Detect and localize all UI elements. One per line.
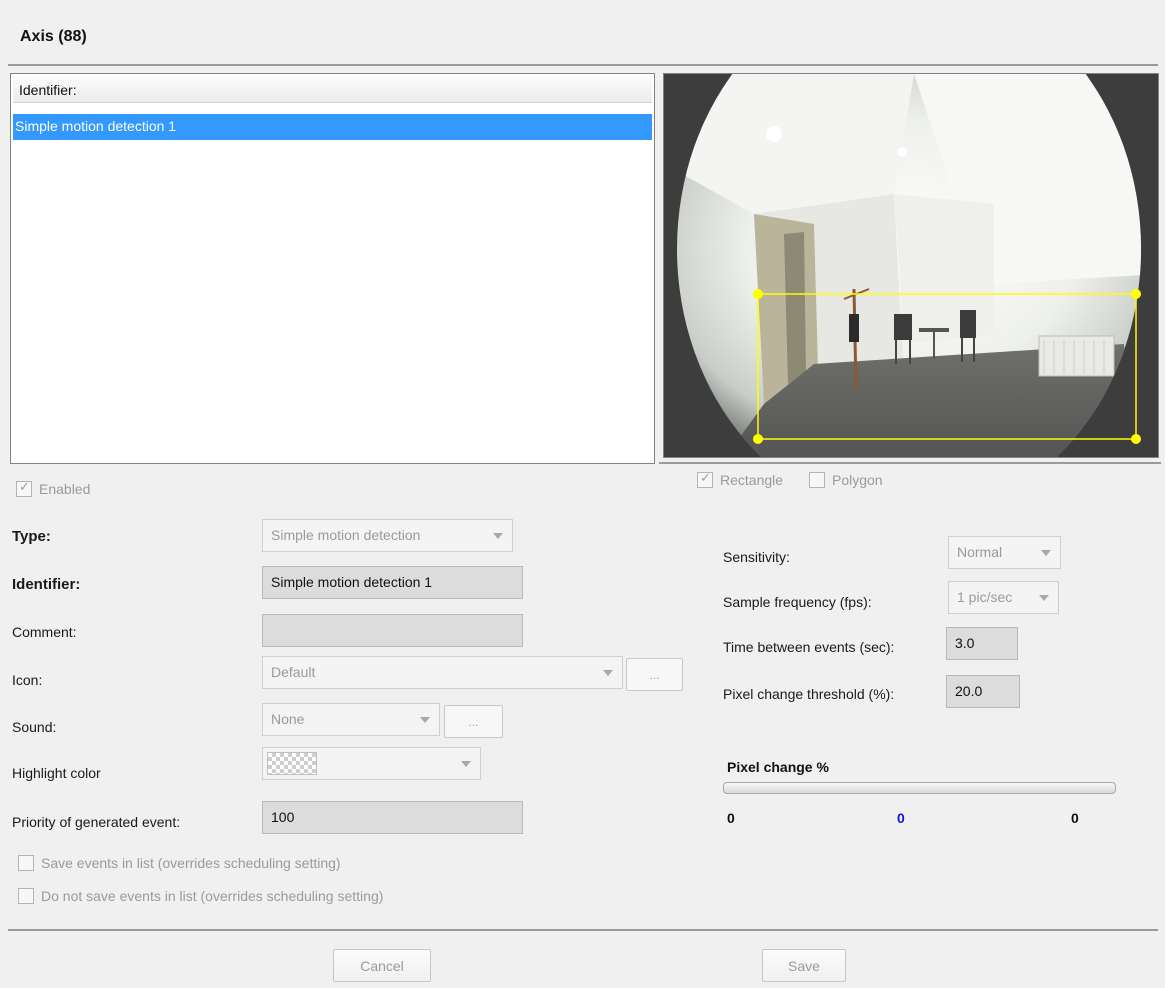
color-swatch: [267, 752, 317, 775]
list-item[interactable]: Simple motion detection 1: [13, 114, 652, 140]
save-events-checkbox[interactable]: [18, 855, 34, 871]
type-select[interactable]: Simple motion detection: [262, 519, 513, 552]
cancel-button[interactable]: Cancel: [333, 949, 431, 982]
time-between-events-field[interactable]: 3.0: [946, 627, 1018, 660]
chevron-down-icon: [1041, 550, 1051, 556]
pixel-change-max: 0: [1071, 810, 1079, 826]
highlight-color-select[interactable]: [262, 747, 481, 780]
polygon-label: Polygon: [832, 472, 883, 488]
camera-preview[interactable]: [663, 73, 1159, 458]
identifier-list[interactable]: Identifier: Simple motion detection 1: [10, 73, 655, 464]
sensitivity-value: Normal: [957, 544, 1003, 560]
rectangle-label: Rectangle: [720, 472, 784, 488]
chevron-down-icon: [1039, 595, 1049, 601]
priority-label: Priority of generated event:: [12, 814, 181, 830]
type-label: Type:: [12, 528, 51, 545]
chevron-down-icon: [461, 761, 471, 767]
enabled-label: Enabled: [39, 481, 91, 497]
rectangle-option[interactable]: Rectangle: [697, 471, 784, 488]
list-column-header[interactable]: Identifier:: [13, 76, 652, 103]
chevron-down-icon: [603, 670, 613, 676]
sound-label: Sound:: [12, 719, 57, 735]
no-save-events-checkbox[interactable]: [18, 888, 34, 904]
chevron-down-icon: [493, 533, 503, 539]
save-events-option[interactable]: Save events in list (overrides schedulin…: [18, 855, 341, 871]
polygon-option[interactable]: Polygon: [809, 472, 883, 488]
identifier-field[interactable]: Simple motion detection 1: [262, 566, 523, 599]
pixel-change-bar: [723, 782, 1116, 794]
sensitivity-label: Sensitivity:: [723, 549, 790, 565]
sensitivity-select[interactable]: Normal: [948, 536, 1061, 569]
sample-frequency-label: Sample frequency (fps):: [723, 594, 872, 610]
identifier-label: Identifier:: [12, 576, 81, 593]
type-select-value: Simple motion detection: [271, 527, 421, 543]
priority-field[interactable]: 100: [262, 801, 523, 834]
icon-select-value: Default: [271, 664, 316, 680]
preview-divider: [659, 462, 1161, 464]
chevron-down-icon: [420, 717, 430, 723]
pixel-threshold-field[interactable]: 20.0: [946, 675, 1020, 708]
footer-divider: [8, 929, 1158, 931]
enabled-checkbox[interactable]: [16, 480, 32, 497]
sound-select[interactable]: None: [262, 703, 440, 736]
pixel-change-min: 0: [727, 810, 735, 826]
time-between-events-label: Time between events (sec):: [723, 639, 895, 655]
comment-label: Comment:: [12, 624, 77, 640]
highlight-color-label: Highlight color: [12, 765, 101, 781]
camera-image: [664, 74, 1158, 457]
enabled-option[interactable]: Enabled: [16, 480, 91, 497]
pixel-threshold-label: Pixel change threshold (%):: [723, 686, 895, 702]
sample-frequency-select[interactable]: 1 pic/sec: [948, 581, 1059, 614]
sound-select-value: None: [271, 711, 305, 727]
comment-field[interactable]: [262, 614, 523, 647]
save-button[interactable]: Save: [762, 949, 846, 982]
save-events-label: Save events in list (overrides schedulin…: [41, 855, 341, 871]
sample-frequency-value: 1 pic/sec: [957, 589, 1013, 605]
icon-browse-button[interactable]: ...: [626, 658, 683, 691]
sound-browse-button[interactable]: ...: [444, 705, 503, 738]
pixel-change-title: Pixel change %: [727, 759, 829, 775]
polygon-checkbox[interactable]: [809, 472, 825, 488]
rectangle-checkbox[interactable]: [697, 471, 713, 488]
no-save-events-option[interactable]: Do not save events in list (overrides sc…: [18, 888, 383, 904]
icon-select[interactable]: Default: [262, 656, 623, 689]
no-save-events-label: Do not save events in list (overrides sc…: [41, 888, 384, 904]
pixel-change-current: 0: [897, 810, 905, 826]
title-divider: [8, 64, 1158, 66]
dialog-title: Axis (88): [20, 28, 87, 45]
icon-label: Icon:: [12, 672, 43, 688]
